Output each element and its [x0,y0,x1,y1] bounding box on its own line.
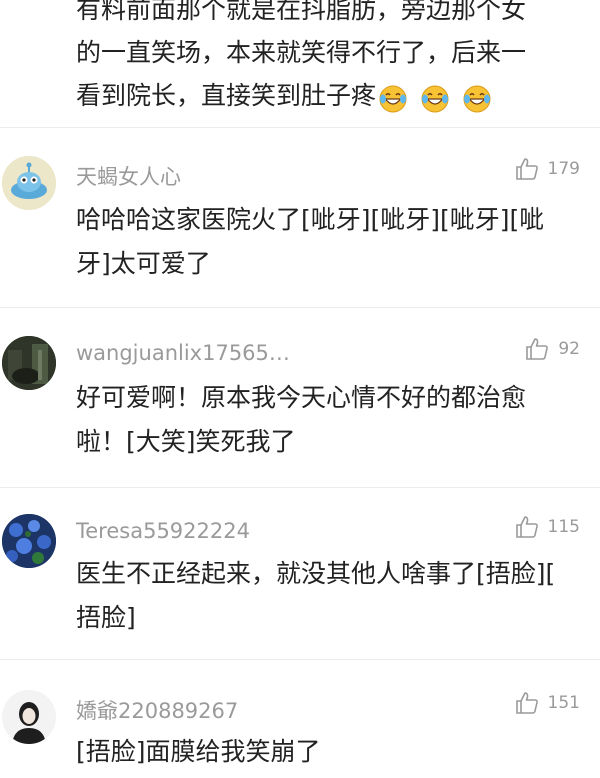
thumbs-up-icon [515,516,538,538]
like-count: 179 [547,159,580,179]
thumbs-up-icon [515,692,538,714]
like-button[interactable]: 151 [514,690,580,716]
comment-body: 医生不正经起来，就没其他人啥事了[捂脸][ 捂脸] [76,552,596,640]
laughing-tears-emoji-icon [421,85,449,112]
comment-item: wangjuanlix17565… 92 好可爱啊！原本我今天心情不好的都治愈 … [0,308,600,488]
blue-flowers-avatar-icon[interactable] [2,514,56,568]
comment-item: 嬌爺220889267 151 [捂脸]面膜给我笑崩了 [0,660,600,778]
comment-username[interactable]: Teresa55922224 [76,519,250,543]
like-button[interactable]: 92 [524,336,580,362]
comment-text-segment: 看到院长，直接笑到肚子疼 [76,81,377,110]
comment-text-line: 看到院长，直接笑到肚子疼 [76,74,600,119]
comment-top-partial: 有料前面那个就是在抖脂肪，旁边那个女 的一直笑场，本来就笑得不行了，后来一 看到… [0,0,600,128]
comment-text-line: 的一直笑场，本来就笑得不行了，后来一 [76,38,527,67]
like-button[interactable]: 179 [514,156,580,182]
comment-feed: 有料前面那个就是在抖脂肪，旁边那个女 的一直笑场，本来就笑得不行了，后来一 看到… [0,0,600,778]
comment-username[interactable]: wangjuanlix17565… [76,341,290,365]
dark-photo-avatar-icon[interactable] [2,336,56,390]
comment-username[interactable]: 嬌爺220889267 [76,695,238,725]
comment-text-line: 捂脸] [76,603,136,632]
comment-text-line: 有料前面那个就是在抖脂肪，旁边那个女 [76,0,527,24]
laughing-tears-emoji-icon [463,85,491,112]
comment-text-line: 好可爱啊！原本我今天心情不好的都治愈 [76,383,527,412]
comment-text-line: 啦！[大笑]笑死我了 [76,427,296,456]
comment-text-line: 牙]太可爱了 [76,249,211,278]
like-count: 92 [558,339,580,359]
emoji-group [378,76,496,119]
like-count: 151 [547,693,580,713]
comment-item: Teresa55922224 115 医生不正经起来，就没其他人啥事了[捂脸][… [0,488,600,660]
comment-body: 哈哈哈这家医院火了[呲牙][呲牙][呲牙][呲 牙]太可爱了 [76,198,596,286]
comment-text-line: 哈哈哈这家医院火了[呲牙][呲牙][呲牙][呲 [76,205,545,234]
comment-text-line: [捂脸]面膜给我笑崩了 [76,737,321,766]
comment-username[interactable]: 天蝎女人心 [76,161,181,191]
thumbs-up-icon [515,158,538,180]
thumbs-up-icon [526,338,549,360]
like-count: 115 [547,517,580,537]
comment-body: 好可爱啊！原本我今天心情不好的都治愈 啦！[大笑]笑死我了 [76,376,596,464]
like-button[interactable]: 115 [514,514,580,540]
cartoon-alien-avatar-icon[interactable] [2,156,56,210]
comment-body: [捂脸]面膜给我笑崩了 [76,730,596,774]
comment-item: 天蝎女人心 179 哈哈哈这家医院火了[呲牙][呲牙][呲牙][呲 牙]太可爱了 [0,128,600,308]
laughing-tears-emoji-icon [379,85,407,112]
portrait-sketch-avatar-icon[interactable] [2,690,56,744]
comment-text-line: 医生不正经起来，就没其他人啥事了[捂脸][ [76,559,556,588]
